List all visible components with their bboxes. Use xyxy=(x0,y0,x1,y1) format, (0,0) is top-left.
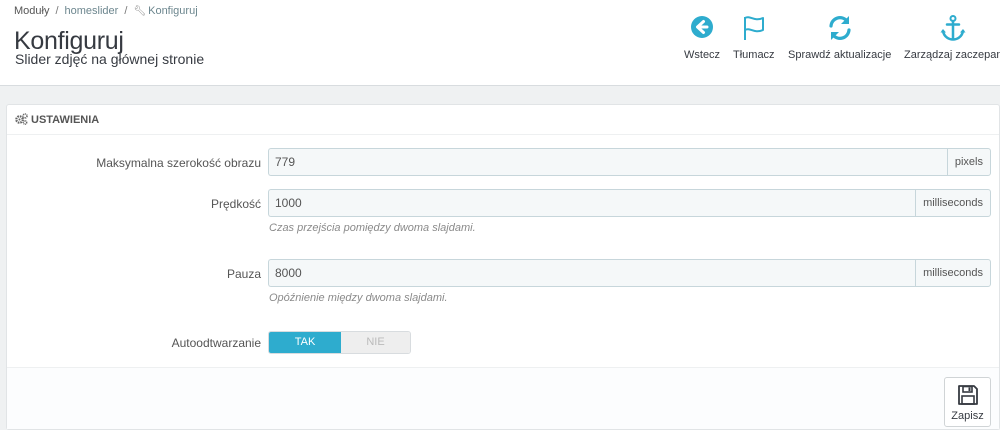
flag-icon xyxy=(743,16,764,40)
save-label: Zapisz xyxy=(951,410,984,422)
speed-unit: milliseconds xyxy=(915,189,991,217)
panel-heading: USTAWIENIA xyxy=(7,105,999,135)
check-updates-button[interactable]: Sprawdź aktualizacje xyxy=(788,14,891,61)
speed-input[interactable] xyxy=(268,189,916,217)
speed-label: Prędkość xyxy=(210,197,261,211)
toolbar: Wstecz Tłumacz Sprawdź aktualizacje Zarz… xyxy=(0,14,1000,74)
panel-footer: Zapisz xyxy=(7,367,999,429)
anchor-icon xyxy=(940,15,966,41)
floppy-disk-icon xyxy=(957,385,978,405)
save-button[interactable]: Zapisz xyxy=(944,377,991,427)
translate-button[interactable]: Tłumacz xyxy=(733,14,775,61)
pause-help-text: Opóźnienie między dwoma slajdami. xyxy=(269,292,448,304)
max-width-input[interactable] xyxy=(268,148,947,176)
translate-label: Tłumacz xyxy=(733,49,775,61)
pause-label: Pauza xyxy=(226,267,261,281)
max-width-unit: pixels xyxy=(946,148,991,176)
autoplay-label: Autoodtwarzanie xyxy=(171,336,261,350)
pause-input-group: milliseconds xyxy=(268,259,991,287)
cogs-icon xyxy=(15,113,28,125)
panel-heading-text: USTAWIENIA xyxy=(31,114,100,126)
pause-unit: milliseconds xyxy=(915,259,991,287)
speed-input-group: milliseconds xyxy=(268,189,991,217)
autoplay-switch[interactable]: TAK NIE xyxy=(268,331,411,354)
page-header: Moduły / homeslider / 🔧︎ Konfiguruj Konfiguru… xyxy=(0,0,1000,86)
autoplay-yes-option[interactable]: TAK xyxy=(269,332,341,353)
back-label: Wstecz xyxy=(684,49,721,61)
pause-input[interactable] xyxy=(268,259,916,287)
max-width-label: Maksymalna szerokość obrazu xyxy=(96,156,261,170)
speed-help-text: Czas przejścia pomiędzy dwoma slajdami. xyxy=(269,222,476,234)
manage-hooks-button[interactable]: Zarządzaj zaczepan xyxy=(904,14,1000,61)
settings-panel: USTAWIENIA Maksymalna szerokość obrazu p… xyxy=(6,104,1000,430)
manage-hooks-label: Zarządzaj zaczepan xyxy=(904,49,1000,61)
check-updates-label: Sprawdź aktualizacje xyxy=(788,49,892,61)
back-button[interactable]: Wstecz xyxy=(684,14,720,61)
arrow-left-circle-icon xyxy=(691,16,714,38)
refresh-icon xyxy=(829,16,851,40)
max-width-input-group: pixels xyxy=(268,148,991,176)
autoplay-no-option[interactable]: NIE xyxy=(341,332,410,353)
